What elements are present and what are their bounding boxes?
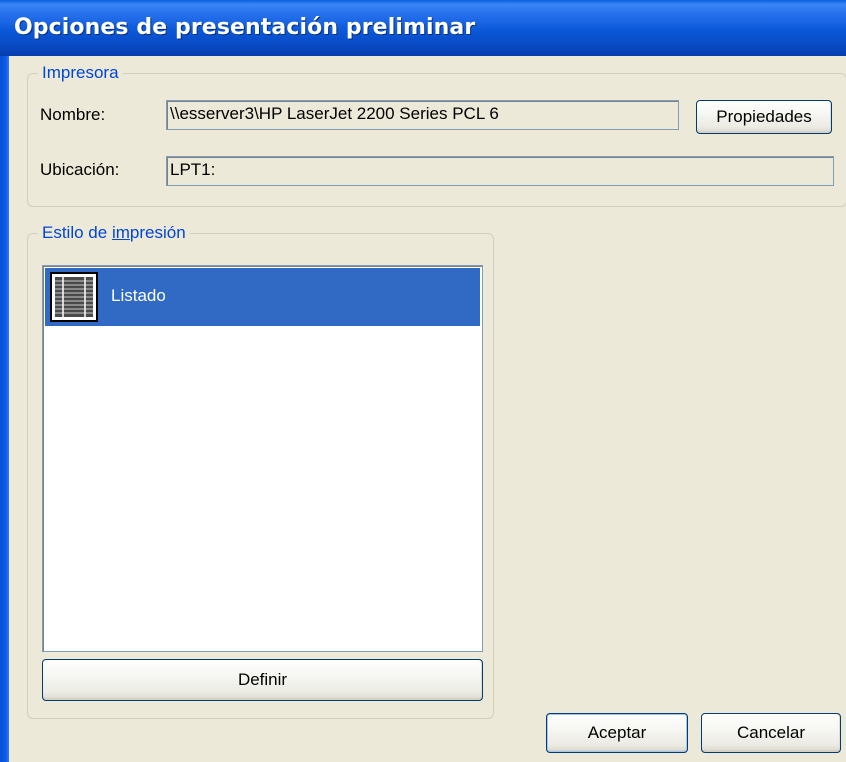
print-style-group-legend: Estilo de impresión bbox=[38, 223, 190, 243]
list-item-label: Listado bbox=[111, 286, 166, 305]
location-label: Ubicación: bbox=[40, 160, 120, 179]
define-button[interactable]: Definir bbox=[42, 659, 483, 701]
properties-button[interactable]: Propiedades bbox=[696, 100, 832, 134]
printer-name-field[interactable]: \\esserver3\HP LaserJet 2200 Series PCL … bbox=[166, 100, 679, 130]
dialog-title: Opciones de presentación preliminar bbox=[14, 15, 476, 40]
ok-button[interactable]: Aceptar bbox=[546, 713, 688, 753]
list-style-icon bbox=[50, 272, 98, 322]
window-border bbox=[0, 56, 9, 762]
printer-group-legend: Impresora bbox=[38, 63, 123, 83]
cancel-button[interactable]: Cancelar bbox=[701, 713, 841, 753]
list-item-listado[interactable]: Listado bbox=[45, 268, 480, 326]
title-bar[interactable]: Opciones de presentación preliminar bbox=[0, 0, 846, 56]
print-preview-options-dialog: Opciones de presentación preliminar Impr… bbox=[0, 0, 846, 762]
printer-location-field[interactable]: LPT1: bbox=[166, 156, 834, 186]
print-style-list[interactable]: Listado bbox=[42, 265, 483, 652]
name-label: Nombre: bbox=[40, 105, 106, 124]
printer-group: Impresora bbox=[27, 63, 846, 207]
